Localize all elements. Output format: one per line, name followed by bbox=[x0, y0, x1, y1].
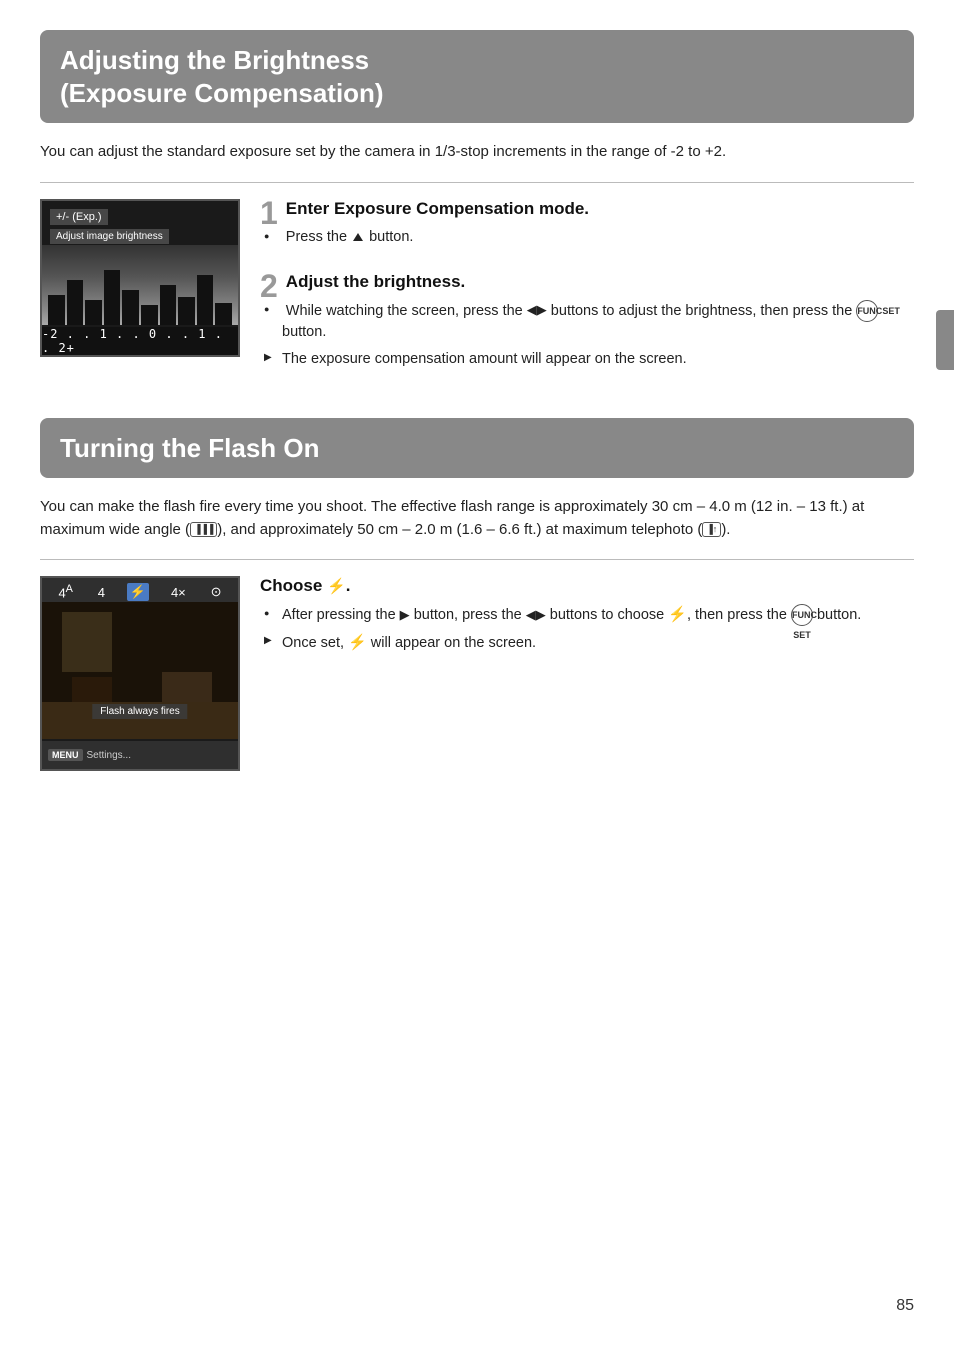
interior-image bbox=[42, 606, 238, 739]
page-number: 85 bbox=[896, 1297, 914, 1315]
camera-screen: +/- (Exp.) Adjust image brightness -2 . … bbox=[40, 199, 240, 357]
step1: 1 Enter Exposure Compensation mode. Pres… bbox=[260, 199, 914, 254]
up-arrow-icon bbox=[353, 233, 363, 241]
lr-arrows-icon2: ◀▶ bbox=[526, 606, 546, 625]
section2-title: Turning the Flash On bbox=[60, 432, 894, 465]
flash-icon-4x: 4× bbox=[168, 584, 189, 601]
settings-text: Settings... bbox=[87, 750, 131, 761]
step2-number: 2 bbox=[260, 270, 278, 302]
flash-bullet1: After pressing the ▶ button, press the ◀… bbox=[264, 604, 914, 626]
flash-bolt-icon: ⚡ bbox=[327, 578, 346, 595]
right-tab bbox=[936, 310, 954, 370]
step1-number: 1 bbox=[260, 197, 278, 229]
section1-title: Adjusting the Brightness (Exposure Compe… bbox=[60, 44, 894, 109]
flash-bolt-inline2: ⚡ bbox=[348, 634, 367, 651]
step1-content: Enter Exposure Compensation mode. Press … bbox=[260, 199, 914, 248]
steps-area: +/- (Exp.) Adjust image brightness -2 . … bbox=[40, 199, 914, 394]
exp-label: +/- (Exp.) bbox=[50, 209, 108, 225]
right-arrow-icon: ▶ bbox=[400, 606, 410, 625]
scale-bar: -2 . . 1 . . 0 . . 1 . . 2+ bbox=[42, 327, 238, 355]
step1-title: Enter Exposure Compensation mode. bbox=[260, 199, 914, 219]
step1-bullet1: Press the button. bbox=[264, 227, 914, 248]
building bbox=[160, 285, 177, 325]
step2: 2 Adjust the brightness. While watching … bbox=[260, 272, 914, 376]
wide-angle-icon: ▐▐▐ bbox=[190, 522, 217, 538]
building bbox=[141, 305, 158, 325]
func-set-icon2: FUNC SET bbox=[791, 604, 813, 626]
func-set-icon: FUNCSET bbox=[856, 300, 878, 322]
building bbox=[67, 280, 84, 325]
building bbox=[85, 300, 102, 325]
building bbox=[215, 303, 232, 325]
section1-header: Adjusting the Brightness (Exposure Compe… bbox=[40, 30, 914, 123]
flash-screen: 4A 4 ⚡ 4× ⊙ bbox=[40, 576, 240, 771]
flash-bullet2: Once set, ⚡ will appear on the screen. bbox=[264, 632, 914, 654]
telephoto-icon: ▐↑ bbox=[702, 522, 721, 538]
flash-camera-image: 4A 4 ⚡ 4× ⊙ bbox=[40, 576, 240, 771]
building bbox=[178, 297, 195, 325]
flash-icon-selected: ⚡ bbox=[127, 583, 149, 601]
choose-flash-title: Choose ⚡. bbox=[260, 576, 914, 596]
flash-steps-content: Choose ⚡. After pressing the ▶ button, p… bbox=[260, 576, 914, 771]
lr-arrows-icon: ◀▶ bbox=[527, 301, 547, 320]
flash-icon-circle: ⊙ bbox=[208, 583, 225, 601]
cityscape-buildings bbox=[42, 265, 238, 325]
step2-bullet1: While watching the screen, press the ◀▶ … bbox=[264, 300, 914, 343]
flash-section-steps: 4A 4 ⚡ 4× ⊙ bbox=[40, 576, 914, 771]
exposure-camera-image: +/- (Exp.) Adjust image brightness -2 . … bbox=[40, 199, 240, 394]
section1-intro: You can adjust the standard exposure set… bbox=[40, 141, 914, 164]
step2-bullet2: The exposure compensation amount will ap… bbox=[264, 349, 914, 370]
menu-button-label: MENU bbox=[48, 749, 83, 761]
flash-bolt-inline: ⚡ bbox=[668, 606, 687, 623]
building bbox=[104, 270, 121, 325]
section2-divider bbox=[40, 559, 914, 560]
flash-always-label: Flash always fires bbox=[92, 704, 187, 719]
step2-title: Adjust the brightness. bbox=[260, 272, 914, 292]
building bbox=[122, 290, 139, 325]
section2: Turning the Flash On You can make the fl… bbox=[40, 418, 914, 772]
step2-content: Adjust the brightness. While watching th… bbox=[260, 272, 914, 370]
flash-icon-4: 4 bbox=[95, 584, 108, 601]
flash-icon-4a: 4A bbox=[55, 582, 75, 601]
adj-label: Adjust image brightness bbox=[50, 229, 169, 244]
section2-intro: You can make the flash fire every time y… bbox=[40, 496, 914, 541]
building bbox=[48, 295, 65, 325]
building bbox=[197, 275, 214, 325]
flash-bottom-bar: MENU Settings... bbox=[42, 741, 238, 769]
steps-content: 1 Enter Exposure Compensation mode. Pres… bbox=[260, 199, 914, 394]
flash-bullets: After pressing the ▶ button, press the ◀… bbox=[260, 604, 914, 654]
step1-bullets: Press the button. bbox=[260, 227, 914, 248]
section1-divider bbox=[40, 182, 914, 183]
step2-bullets: While watching the screen, press the ◀▶ … bbox=[260, 300, 914, 370]
section2-header: Turning the Flash On bbox=[40, 418, 914, 479]
cityscape-bg bbox=[42, 245, 238, 325]
